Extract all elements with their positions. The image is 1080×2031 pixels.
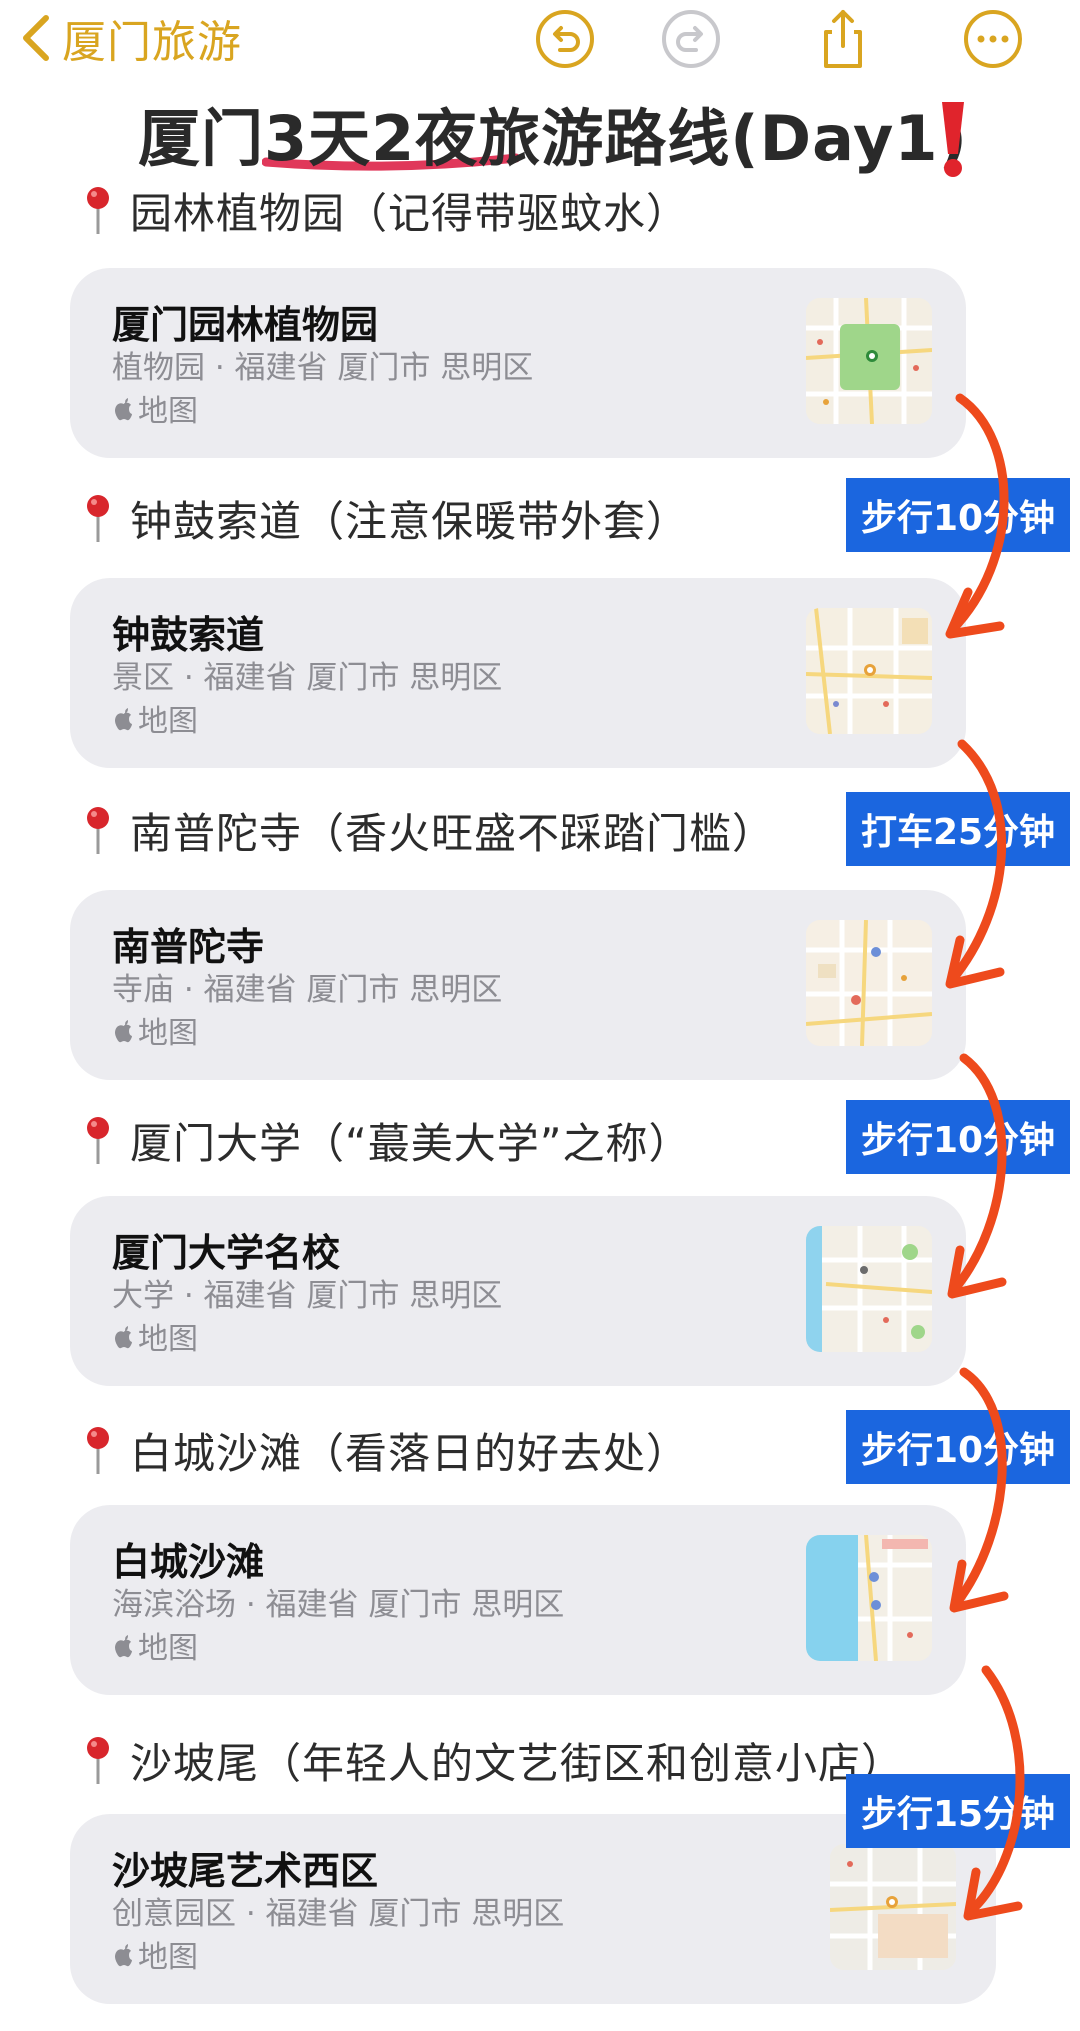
location-name: 南普陀寺 xyxy=(112,925,265,969)
top-toolbar: 厦门旅游 xyxy=(0,0,1080,80)
location-name: 厦门园林植物园 xyxy=(112,303,379,347)
pin-icon xyxy=(87,1117,109,1164)
pin-icon xyxy=(87,807,109,854)
section-heading: 园林植物园（记得带驱蚊水） xyxy=(78,180,689,240)
map-source: 地图 xyxy=(112,1623,198,1667)
pin-icon xyxy=(87,1427,109,1474)
redo-button[interactable] xyxy=(660,8,722,70)
share-icon xyxy=(824,10,862,68)
map-source-text: 地图 xyxy=(138,704,198,739)
share-button[interactable] xyxy=(812,8,874,70)
location-meta: 创意园区 · 福建省 厦门市 思明区 xyxy=(112,1896,565,1932)
travel-time-label: 步行10分钟 xyxy=(846,1100,1070,1174)
map-source-text: 地图 xyxy=(138,394,198,429)
exclamation-icon xyxy=(942,102,964,177)
location-meta: 寺庙 · 福建省 厦门市 思明区 xyxy=(112,972,503,1008)
map-thumbnail xyxy=(830,1844,956,1970)
location-card[interactable]: 南普陀寺 寺庙 · 福建省 厦门市 思明区 地图 xyxy=(70,890,966,1080)
pin-icon xyxy=(87,1737,109,1784)
map-source: 地图 xyxy=(112,1008,198,1052)
section-heading: 南普陀寺（香火旺盛不踩踏门槛） xyxy=(78,800,775,860)
location-meta: 海滨浴场 · 福建省 厦门市 思明区 xyxy=(112,1587,565,1623)
map-thumbnail xyxy=(806,608,932,734)
undo-button[interactable] xyxy=(534,8,596,70)
travel-time-label: 打车25分钟 xyxy=(846,792,1070,866)
apple-icon xyxy=(115,1326,132,1349)
map-source-text: 地图 xyxy=(138,1016,198,1051)
location-meta: 植物园 · 福建省 厦门市 思明区 xyxy=(112,350,534,386)
section-heading-text: 白城沙滩（看落日的好去处） xyxy=(130,1428,690,1478)
location-meta: 景区 · 福建省 厦门市 思明区 xyxy=(112,660,503,696)
location-card[interactable]: 白城沙滩 海滨浴场 · 福建省 厦门市 思明区 地图 xyxy=(70,1505,966,1695)
more-icon xyxy=(964,10,1022,68)
travel-time-label: 步行10分钟 xyxy=(846,478,1070,552)
location-meta: 大学 · 福建省 厦门市 思明区 xyxy=(112,1278,503,1314)
location-name: 白城沙滩 xyxy=(112,1540,265,1584)
back-label: 厦门旅游 xyxy=(62,17,242,68)
map-thumbnail xyxy=(806,920,932,1046)
section-heading-text: 厦门大学（“蕞美大学”之称） xyxy=(130,1118,692,1168)
map-source-text: 地图 xyxy=(138,1631,198,1666)
location-card[interactable]: 厦门园林植物园 植物园 · 福建省 厦门市 思明区 地图 xyxy=(70,268,966,458)
section-heading-text: 沙坡尾（年轻人的文艺街区和创意小店） xyxy=(130,1738,905,1788)
map-source: 地图 xyxy=(112,1932,198,1976)
section-heading: 沙坡尾（年轻人的文艺街区和创意小店） xyxy=(78,1730,904,1790)
apple-icon xyxy=(115,1944,132,1967)
map-source-text: 地图 xyxy=(138,1940,198,1975)
apple-icon xyxy=(115,708,132,731)
redo-icon xyxy=(662,10,720,68)
map-thumbnail xyxy=(806,1535,932,1661)
pin-icon xyxy=(87,187,109,234)
location-card[interactable]: 钟鼓索道 景区 · 福建省 厦门市 思明区 地图 xyxy=(70,578,966,768)
map-source-text: 地图 xyxy=(138,1322,198,1357)
location-card[interactable]: 厦门大学名校 大学 · 福建省 厦门市 思明区 地图 xyxy=(70,1196,966,1386)
section-heading-text: 南普陀寺（香火旺盛不踩踏门槛） xyxy=(130,808,776,858)
map-source: 地图 xyxy=(112,1314,198,1358)
map-thumbnail xyxy=(806,298,932,424)
map-source: 地图 xyxy=(112,696,198,740)
section-heading-text: 钟鼓索道（注意保暖带外套） xyxy=(130,496,690,546)
section-heading: 钟鼓索道（注意保暖带外套） xyxy=(78,488,689,548)
apple-icon xyxy=(115,1020,132,1043)
more-button[interactable] xyxy=(962,8,1024,70)
map-source: 地图 xyxy=(112,386,198,430)
travel-time-label: 步行10分钟 xyxy=(846,1410,1070,1484)
map-thumbnail xyxy=(806,1226,932,1352)
page-title: 厦门3天2夜旅游路线(Day1) xyxy=(138,102,968,175)
undo-icon xyxy=(536,10,594,68)
back-button[interactable]: 厦门旅游 xyxy=(18,8,242,68)
location-name: 厦门大学名校 xyxy=(112,1231,341,1275)
location-name: 沙坡尾艺术西区 xyxy=(112,1849,379,1893)
section-heading-text: 园林植物园（记得带驱蚊水） xyxy=(130,188,690,238)
section-heading: 厦门大学（“蕞美大学”之称） xyxy=(78,1110,692,1170)
pin-icon xyxy=(87,495,109,542)
apple-icon xyxy=(115,398,132,421)
location-name: 钟鼓索道 xyxy=(112,613,265,657)
travel-time-label: 步行15分钟 xyxy=(846,1774,1070,1848)
apple-icon xyxy=(115,1635,132,1658)
section-heading: 白城沙滩（看落日的好去处） xyxy=(78,1420,689,1480)
chevron-left-icon xyxy=(23,15,49,61)
